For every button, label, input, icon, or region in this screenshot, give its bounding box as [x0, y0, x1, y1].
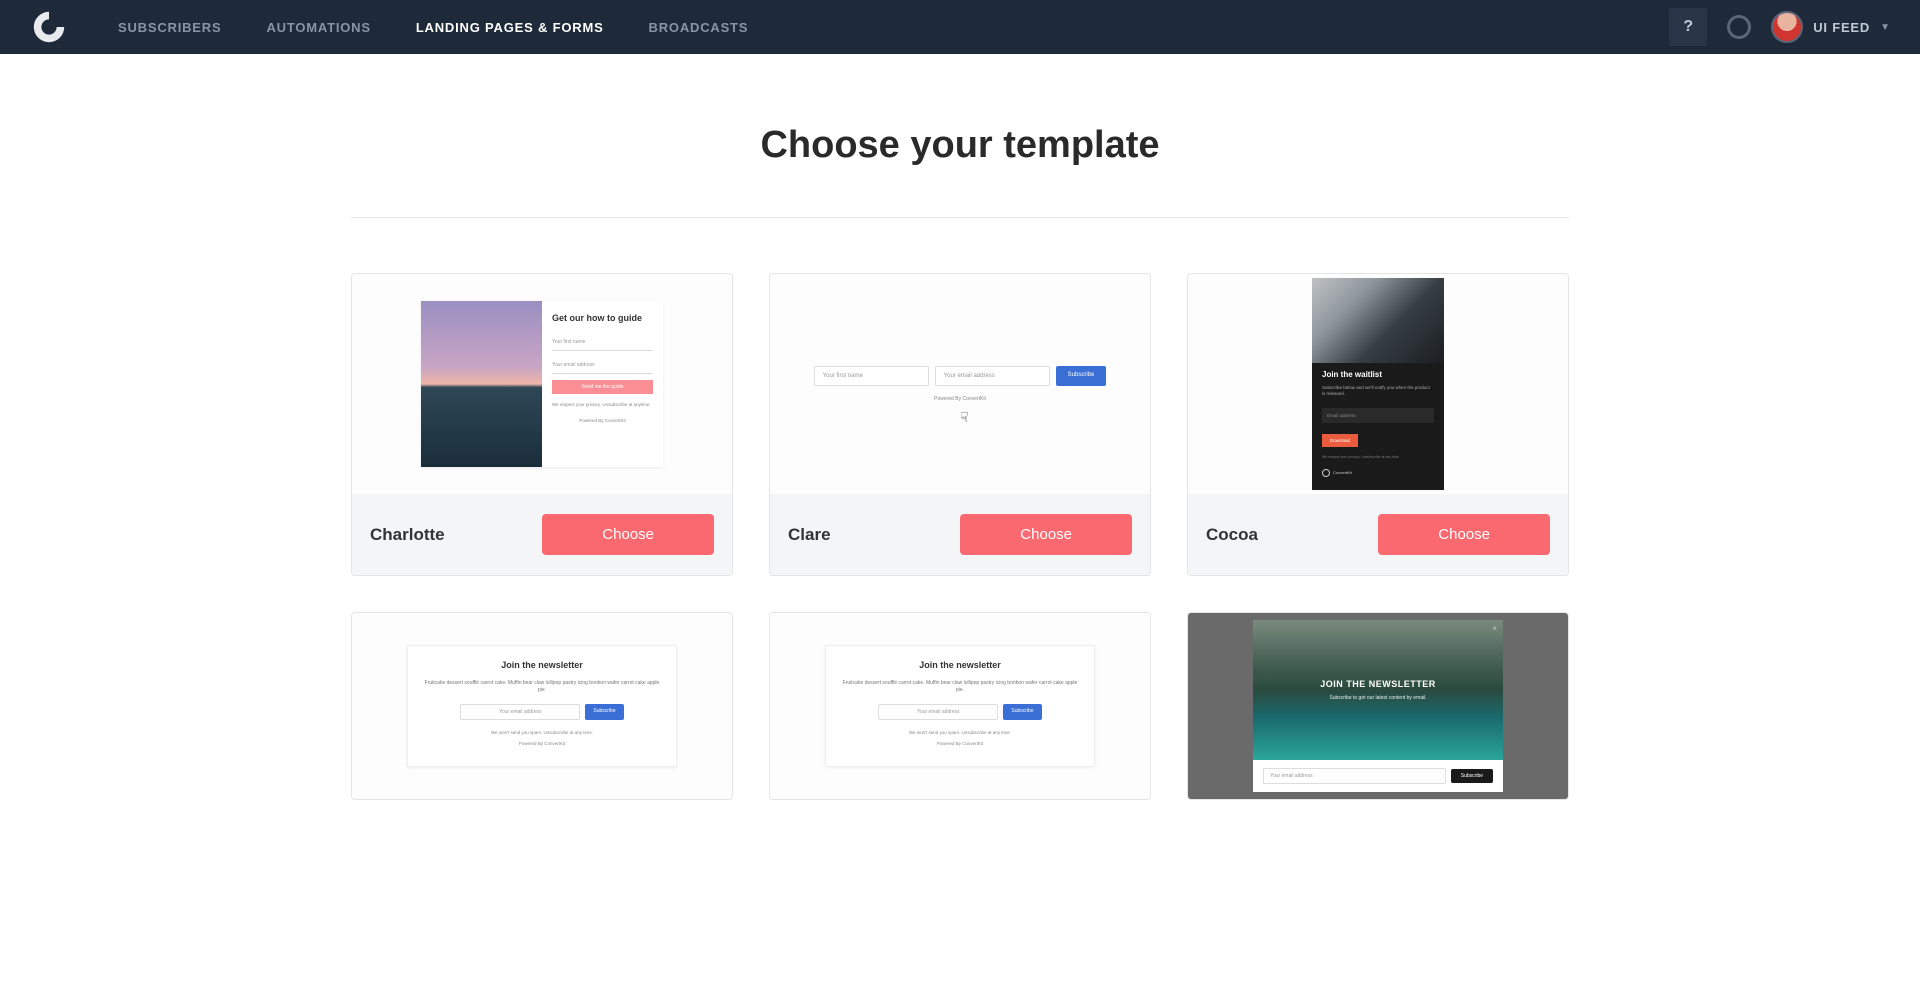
preview-subtitle: Subscribe to get our latest content by e…	[1329, 695, 1426, 701]
preview-brand: ConvertKit	[1322, 469, 1434, 477]
preview-input: Your first name	[552, 334, 653, 351]
choose-button[interactable]: Choose	[542, 514, 714, 555]
preview-body: Fruitcake dessert soufflé carrot cake. M…	[840, 680, 1080, 694]
preview-input: Email address	[1322, 408, 1434, 423]
preview-title: Join the newsletter	[422, 660, 662, 670]
help-button[interactable]: ?	[1669, 8, 1707, 46]
preview-spam: We won't send you spam. Unsubscribe at a…	[840, 730, 1080, 735]
preview-form-row: Your first name Your email address Subsc…	[810, 366, 1110, 386]
nav-broadcasts[interactable]: BROADCASTS	[649, 20, 749, 35]
template-card[interactable]: Join the newsletter Fruitcake dessert so…	[351, 612, 733, 800]
preview-subtitle: Subscribe below and we'll notify you whe…	[1322, 385, 1434, 398]
preview-powered: Powered By ConvertKit	[840, 741, 1080, 746]
preview-privacy: We respect your privacy. Unsubscribe at …	[1322, 455, 1434, 459]
preview-form-row: Your email address Subscribe	[840, 704, 1080, 720]
preview-thumbnail-wrap: × JOIN THE NEWSLETTER Subscribe to get o…	[1188, 613, 1568, 799]
preview-content: Join the waitlist Subscribe below and we…	[1312, 278, 1444, 487]
avatar	[1771, 11, 1803, 43]
preview-title: Join the waitlist	[1322, 370, 1434, 379]
preview-hero-image	[421, 301, 542, 467]
cursor-icon: ☟	[960, 409, 969, 426]
preview-powered: Powered By ConvertKit	[552, 418, 653, 423]
template-footer: Charlotte Choose	[352, 494, 732, 575]
template-card[interactable]: × JOIN THE NEWSLETTER Subscribe to get o…	[1187, 612, 1569, 800]
nav-subscribers[interactable]: SUBSCRIBERS	[118, 20, 221, 35]
logo-icon	[30, 8, 68, 46]
template-preview: Join the waitlist Subscribe below and we…	[1188, 274, 1568, 494]
preview-thumbnail: Your first name Your email address Subsc…	[810, 366, 1110, 402]
template-footer: Cocoa Choose	[1188, 494, 1568, 575]
preview-thumbnail: × JOIN THE NEWSLETTER Subscribe to get o…	[1253, 620, 1503, 792]
preview-input: Your first name	[814, 366, 929, 386]
preview-thumbnail: Join the newsletter Fruitcake dessert so…	[407, 645, 677, 767]
template-card-clare[interactable]: Your first name Your email address Subsc…	[769, 273, 1151, 576]
preview-input: Your email address	[878, 704, 998, 720]
user-menu[interactable]: UI FEED ▼	[1771, 11, 1890, 43]
preview-input: Your email address	[935, 366, 1050, 386]
template-card-charlotte[interactable]: Get our how to guide Your first name You…	[351, 273, 733, 576]
preview-input: Your email address	[552, 357, 653, 374]
preview-body: Fruitcake dessert soufflé carrot cake. M…	[422, 680, 662, 694]
preview-privacy: We respect your privacy. Unsubscribe at …	[552, 402, 653, 408]
nav-automations[interactable]: AUTOMATIONS	[266, 20, 370, 35]
preview-input: Your email address	[460, 704, 580, 720]
preview-form: Get our how to guide Your first name You…	[542, 301, 663, 467]
template-card-cocoa[interactable]: Join the waitlist Subscribe below and we…	[1187, 273, 1569, 576]
template-preview: Join the newsletter Fruitcake dessert so…	[770, 613, 1150, 799]
preview-powered: Powered By ConvertKit	[422, 741, 662, 746]
preview-thumbnail: Get our how to guide Your first name You…	[421, 301, 663, 467]
preview-button: Subscribe	[585, 704, 623, 720]
app-header: SUBSCRIBERS AUTOMATIONS LANDING PAGES & …	[0, 0, 1920, 54]
main-nav: SUBSCRIBERS AUTOMATIONS LANDING PAGES & …	[118, 20, 748, 35]
preview-form-row: Your email address Subscribe	[1253, 760, 1503, 792]
preview-powered: Powered By ConvertKit	[810, 396, 1110, 402]
template-preview: Get our how to guide Your first name You…	[352, 274, 732, 494]
chevron-down-icon: ▼	[1880, 22, 1890, 33]
template-preview: Join the newsletter Fruitcake dessert so…	[352, 613, 732, 799]
app-logo[interactable]	[30, 8, 68, 46]
template-preview: × JOIN THE NEWSLETTER Subscribe to get o…	[1188, 613, 1568, 799]
preview-hero: × JOIN THE NEWSLETTER Subscribe to get o…	[1253, 620, 1503, 760]
preview-button: Download	[1322, 434, 1358, 447]
template-card[interactable]: Join the newsletter Fruitcake dessert so…	[769, 612, 1151, 800]
header-right: ? UI FEED ▼	[1669, 8, 1890, 46]
nav-landing-pages-forms[interactable]: LANDING PAGES & FORMS	[416, 20, 604, 35]
preview-thumbnail: Join the newsletter Fruitcake dessert so…	[825, 645, 1095, 767]
template-preview: Your first name Your email address Subsc…	[770, 274, 1150, 494]
template-name: Clare	[788, 525, 831, 545]
preview-button: Subscribe	[1056, 366, 1107, 386]
choose-button[interactable]: Choose	[960, 514, 1132, 555]
divider	[351, 217, 1569, 218]
preview-title: JOIN THE NEWSLETTER	[1320, 679, 1436, 689]
page-title: Choose your template	[0, 124, 1920, 167]
preview-input: Your email address	[1263, 768, 1446, 784]
preview-button: Send me the guide	[552, 380, 653, 394]
status-circle-icon[interactable]	[1727, 15, 1751, 39]
close-icon: ×	[1492, 624, 1497, 633]
choose-button[interactable]: Choose	[1378, 514, 1550, 555]
preview-button: Subscribe	[1451, 769, 1493, 783]
preview-form-row: Your email address Subscribe	[422, 704, 662, 720]
templates-grid: Get our how to guide Your first name You…	[351, 273, 1569, 800]
user-label: UI FEED	[1813, 20, 1870, 35]
preview-thumbnail: Join the waitlist Subscribe below and we…	[1312, 278, 1444, 490]
template-footer: Clare Choose	[770, 494, 1150, 575]
preview-title: Get our how to guide	[552, 313, 653, 324]
template-name: Cocoa	[1206, 525, 1258, 545]
preview-title: Join the newsletter	[840, 660, 1080, 670]
preview-spam: We won't send you spam. Unsubscribe at a…	[422, 730, 662, 735]
template-name: Charlotte	[370, 525, 445, 545]
preview-button: Subscribe	[1003, 704, 1041, 720]
header-left: SUBSCRIBERS AUTOMATIONS LANDING PAGES & …	[30, 8, 748, 46]
preview-brand-text: ConvertKit	[1333, 470, 1352, 475]
